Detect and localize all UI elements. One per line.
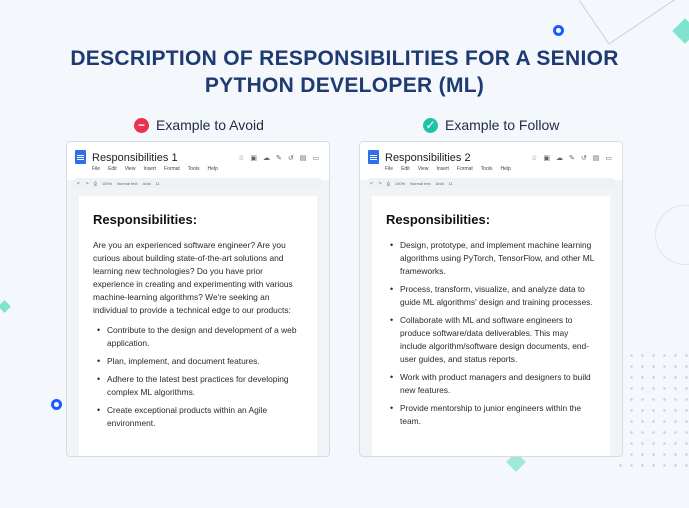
docs-icon: [368, 150, 379, 164]
doc-header: Responsibilities 1 File Edit View Insert…: [67, 142, 329, 188]
doc-menu: File Edit View Insert Format Tools Help: [92, 166, 218, 172]
menu-format[interactable]: Format: [457, 166, 473, 172]
menu-format[interactable]: Format: [164, 166, 180, 172]
follow-label: ✓ Example to Follow: [423, 116, 559, 134]
menu-tools[interactable]: Tools: [481, 166, 493, 172]
doc-page: Responsibilities: Design, prototype, and…: [372, 196, 610, 456]
responsibility-list: Design, prototype, and implement machine…: [386, 239, 596, 428]
print-icon[interactable]: ⎙: [94, 181, 97, 186]
list-item: Collaborate with ML and software enginee…: [386, 314, 596, 366]
size-select[interactable]: 11: [449, 181, 453, 186]
cloud-icon[interactable]: ☁: [263, 154, 270, 162]
cloud-icon[interactable]: ☁: [556, 154, 563, 162]
page-title: DESCRIPTION OF RESPONSIBILITIES FOR A SE…: [0, 45, 689, 99]
doc-actions: ☆ ▣ ☁ ✎ ↺ ▤ ▭: [531, 154, 612, 162]
comment-icon[interactable]: ✎: [276, 154, 282, 162]
doc-toolbar: ↶ ↷ ⎙ 100% Normal text Arial 11: [366, 178, 616, 188]
video-icon[interactable]: ▭: [605, 154, 612, 162]
doc-actions: ☆ ▣ ☁ ✎ ↺ ▤ ▭: [238, 154, 319, 162]
doc-card-follow: Responsibilities 2 File Edit View Insert…: [359, 141, 623, 457]
list-item: Contribute to the design and development…: [93, 324, 303, 350]
list-item: Plan, implement, and document features.: [93, 355, 303, 368]
decor-ring-left: [51, 399, 62, 410]
menu-view[interactable]: View: [125, 166, 136, 172]
history-icon[interactable]: ↺: [581, 154, 587, 162]
docs-icon: [75, 150, 86, 164]
chat-icon[interactable]: ▤: [593, 154, 600, 162]
page-title-line-2: PYTHON DEVELOPER (ML): [204, 74, 485, 97]
menu-file[interactable]: File: [385, 166, 393, 172]
menu-file[interactable]: File: [92, 166, 100, 172]
decor-lines: [579, 0, 676, 45]
font-select[interactable]: Arial: [143, 181, 151, 186]
menu-insert[interactable]: Insert: [143, 166, 156, 172]
page-title-line-1: DESCRIPTION OF RESPONSIBILITIES FOR A SE…: [70, 47, 619, 70]
folder-icon[interactable]: ▣: [250, 154, 257, 162]
doc-name[interactable]: Responsibilities 2: [385, 152, 471, 164]
menu-edit[interactable]: Edit: [108, 166, 117, 172]
decor-arc: [655, 205, 689, 265]
menu-insert[interactable]: Insert: [436, 166, 449, 172]
menu-edit[interactable]: Edit: [401, 166, 410, 172]
avoid-label-text: Example to Avoid: [156, 117, 264, 133]
redo-icon[interactable]: ↷: [378, 181, 381, 186]
style-select[interactable]: Normal text: [410, 181, 430, 186]
decor-diamond-left: [0, 300, 11, 313]
doc-header: Responsibilities 2 File Edit View Insert…: [360, 142, 622, 188]
doc-heading: Responsibilities:: [386, 212, 491, 227]
doc-heading: Responsibilities:: [93, 212, 198, 227]
undo-icon[interactable]: ↶: [77, 181, 80, 186]
star-icon[interactable]: ☆: [531, 154, 537, 162]
menu-view[interactable]: View: [418, 166, 429, 172]
doc-page: Responsibilities: Are you an experienced…: [79, 196, 317, 456]
decor-dot-grid: [615, 350, 689, 470]
doc-name[interactable]: Responsibilities 1: [92, 152, 178, 164]
video-icon[interactable]: ▭: [312, 154, 319, 162]
doc-toolbar: ↶ ↷ ⎙ 100% Normal text Arial 11: [73, 178, 323, 188]
undo-icon[interactable]: ↶: [370, 181, 373, 186]
menu-help[interactable]: Help: [207, 166, 217, 172]
menu-help[interactable]: Help: [500, 166, 510, 172]
responsibility-list: Contribute to the design and development…: [93, 324, 303, 430]
zoom-select[interactable]: 100%: [395, 181, 405, 186]
follow-label-text: Example to Follow: [445, 117, 560, 133]
avoid-label: − Example to Avoid: [134, 116, 264, 134]
list-item: Design, prototype, and implement machine…: [386, 239, 596, 278]
size-select[interactable]: 11: [156, 181, 160, 186]
menu-tools[interactable]: Tools: [188, 166, 200, 172]
star-icon[interactable]: ☆: [238, 154, 244, 162]
list-item: Provide mentorship to junior engineers w…: [386, 402, 596, 428]
doc-menu: File Edit View Insert Format Tools Help: [385, 166, 511, 172]
check-icon: ✓: [423, 117, 438, 133]
list-item: Work with product managers and designers…: [386, 371, 596, 397]
minus-icon: −: [134, 117, 149, 133]
comment-icon[interactable]: ✎: [569, 154, 575, 162]
print-icon[interactable]: ⎙: [387, 181, 390, 186]
doc-paragraph: Are you an experienced software engineer…: [93, 240, 293, 315]
zoom-select[interactable]: 100%: [102, 181, 112, 186]
redo-icon[interactable]: ↷: [85, 181, 88, 186]
list-item: Create exceptional products within an Ag…: [93, 404, 303, 430]
list-item: Adhere to the latest best practices for …: [93, 373, 303, 399]
chat-icon[interactable]: ▤: [300, 154, 307, 162]
list-item: Process, transform, visualize, and analy…: [386, 283, 596, 309]
folder-icon[interactable]: ▣: [543, 154, 550, 162]
history-icon[interactable]: ↺: [288, 154, 294, 162]
font-select[interactable]: Arial: [436, 181, 444, 186]
doc-card-avoid: Responsibilities 1 File Edit View Insert…: [66, 141, 330, 457]
decor-ring-top: [553, 25, 564, 36]
style-select[interactable]: Normal text: [117, 181, 137, 186]
